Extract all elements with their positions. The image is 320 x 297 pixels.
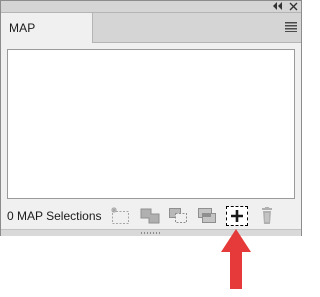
subtract-selections-icon xyxy=(169,208,187,223)
panel-tab-strip: MAP Selections xyxy=(1,13,301,65)
add-selection-button[interactable] xyxy=(226,206,248,226)
delete-selection-button[interactable] xyxy=(256,206,278,226)
selection-count-label: 0 MAP Selections xyxy=(7,209,102,223)
close-icon[interactable] xyxy=(289,2,298,11)
double-chevron-left-icon[interactable] xyxy=(273,2,283,10)
intersect-selections-icon xyxy=(198,208,216,223)
panel-title-bar[interactable] xyxy=(1,1,301,13)
combine-selections-icon xyxy=(140,208,160,224)
resize-grip[interactable] xyxy=(1,229,301,236)
red-arrow-up-icon xyxy=(221,229,251,289)
new-selection-icon xyxy=(111,207,129,224)
add-selection-icon xyxy=(231,210,243,222)
subtract-selections-button[interactable] xyxy=(167,206,189,226)
map-selections-panel: MAP Selections 0 MAP Selections xyxy=(0,0,302,236)
selections-list[interactable] xyxy=(7,49,295,199)
trash-icon xyxy=(262,207,272,224)
combine-selections-button[interactable] xyxy=(139,206,161,226)
intersect-selections-button[interactable] xyxy=(196,206,218,226)
new-selection-button[interactable] xyxy=(109,206,131,226)
hamburger-menu-icon[interactable] xyxy=(285,22,297,32)
tab-map-selections[interactable]: MAP Selections xyxy=(1,13,93,65)
grip-dots-icon xyxy=(141,232,160,234)
